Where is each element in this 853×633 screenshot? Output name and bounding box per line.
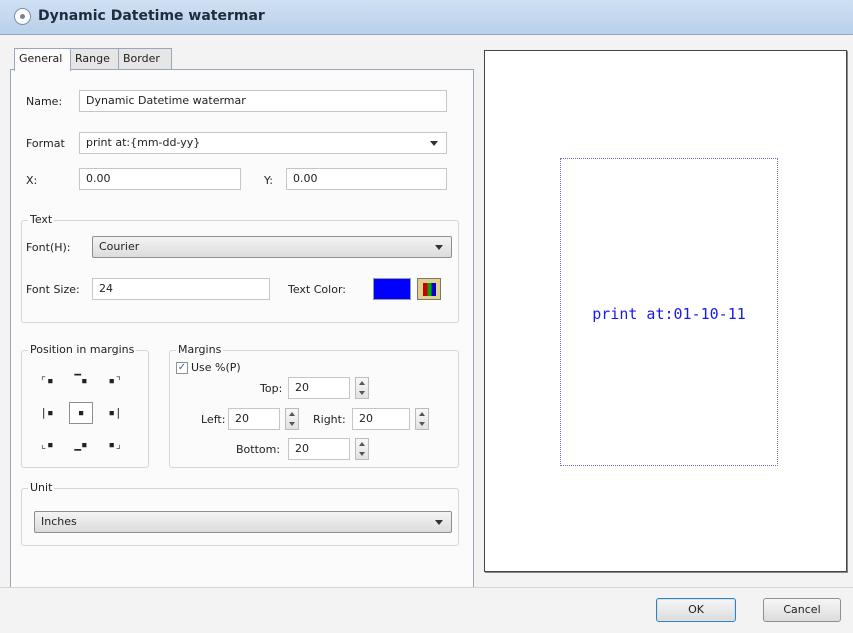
format-label: Format [26,137,65,150]
align-middle-right-button[interactable]: ▪| [104,403,126,423]
unit-group: Unit Inches [21,481,459,546]
align-top-center-button[interactable]: ▔▪ [70,371,92,391]
align-top-left-button[interactable]: ⌜▪ [36,371,58,391]
left-spinner[interactable] [285,408,299,430]
right-field[interactable]: 20 [352,408,410,430]
x-label: X: [26,174,38,187]
tab-range[interactable]: Range [70,48,120,70]
window-title: Dynamic Datetime watermar [38,8,265,24]
font-size-field[interactable]: 24 [92,278,270,300]
color-palette-button[interactable] [417,278,441,300]
text-color-swatch[interactable] [373,278,411,300]
palette-icon [423,283,436,296]
name-label: Name: [26,95,63,108]
general-panel: Name: Dynamic Datetime watermar Format p… [10,69,474,591]
tab-general[interactable]: General [14,48,71,71]
use-percent-label: Use %(P) [191,361,241,374]
top-label: Top: [260,382,283,395]
top-field[interactable]: 20 [288,377,350,399]
unit-group-title: Unit [28,481,55,494]
x-field[interactable]: 0.00 [79,168,241,190]
format-select-value: print at:{mm-dd-yy} [86,136,201,149]
bottom-spinner[interactable] [355,438,369,460]
bottom-field[interactable]: 20 [288,438,350,460]
position-group: Position in margins ⌜▪ ▔▪ ▪⌝ |▪ ▪ ▪| ⌞▪ … [21,343,149,468]
align-bottom-right-button[interactable]: ▪⌟ [104,435,126,455]
title-bar: Dynamic Datetime watermar [0,0,853,35]
right-spinner[interactable] [415,408,429,430]
use-percent-checkbox[interactable]: ✓ [176,362,188,374]
left-label: Left: [201,413,226,426]
align-middle-left-button[interactable]: |▪ [36,403,58,423]
align-center-button[interactable]: ▪ [69,402,93,424]
preview-pane: print at:01-10-11 [484,50,847,572]
font-select-value: Courier [99,240,140,253]
bottom-label: Bottom: [236,443,281,456]
margins-group: Margins ✓ Use %(P) Top: 20 Left: 20 Righ… [169,343,459,468]
format-select[interactable]: print at:{mm-dd-yy} [79,132,447,154]
unit-select[interactable]: Inches [34,511,452,533]
font-size-label: Font Size: [26,283,80,296]
unit-select-value: Inches [41,515,77,528]
position-group-title: Position in margins [28,343,137,356]
font-label: Font(H): [26,241,71,254]
preview-page: print at:01-10-11 [560,158,778,466]
chevron-down-icon [430,141,438,146]
text-group-title: Text [28,213,55,226]
cancel-button[interactable]: Cancel [763,598,841,622]
y-field[interactable]: 0.00 [286,168,447,190]
align-bottom-center-button[interactable]: ▁▪ [70,435,92,455]
preview-watermark-text: print at:01-10-11 [592,305,746,323]
app-icon [14,8,31,25]
text-group: Text Font(H): Courier Font Size: 24 Text… [21,213,459,323]
name-field[interactable]: Dynamic Datetime watermar [79,90,447,112]
y-label: Y: [264,174,273,187]
top-spinner[interactable] [355,377,369,399]
tab-border[interactable]: Border [118,48,172,70]
font-select[interactable]: Courier [92,236,452,258]
ok-button[interactable]: OK [656,598,736,622]
align-bottom-left-button[interactable]: ⌞▪ [36,435,58,455]
margins-group-title: Margins [176,343,224,356]
right-label: Right: [313,413,346,426]
chevron-down-icon [435,245,443,250]
button-bar: OK Cancel [0,587,853,633]
left-field[interactable]: 20 [228,408,280,430]
chevron-down-icon [435,520,443,525]
align-top-right-button[interactable]: ▪⌝ [104,371,126,391]
text-color-label: Text Color: [288,283,346,296]
